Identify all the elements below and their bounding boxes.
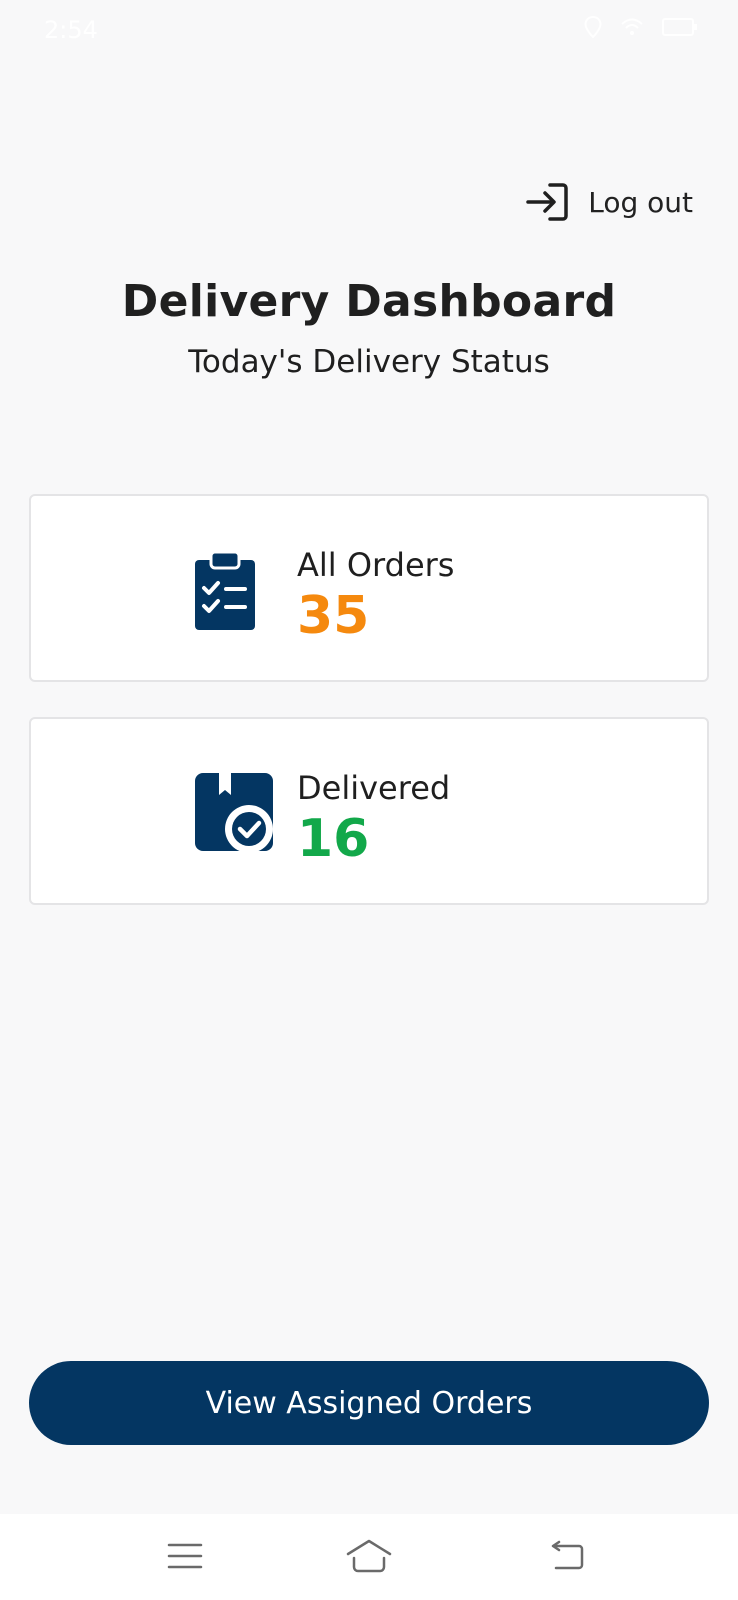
wifi-icon	[621, 18, 643, 35]
home-icon	[346, 1539, 392, 1573]
package-delivered-icon	[195, 773, 273, 853]
page-title: Delivery Dashboard	[121, 276, 617, 327]
delivered-label: Delivered	[297, 769, 451, 807]
delivered-count: 16	[297, 809, 370, 869]
logout-button[interactable]: Log out	[526, 182, 693, 222]
delivered-card[interactable]: Delivered 16	[29, 717, 709, 905]
page-subtitle: Today's Delivery Status	[188, 344, 550, 380]
menu-icon	[167, 1543, 203, 1569]
status-bar: 2:54	[0, 0, 738, 64]
clipboard-checklist-icon	[195, 550, 255, 630]
menu-nav-button[interactable]	[161, 1532, 209, 1580]
all-orders-card[interactable]: All Orders 35	[29, 494, 709, 682]
battery-icon	[662, 18, 697, 36]
logout-icon	[526, 183, 568, 221]
home-nav-button[interactable]	[345, 1532, 393, 1580]
all-orders-label: All Orders	[297, 546, 455, 584]
all-orders-count: 35	[297, 586, 370, 646]
logout-label: Log out	[588, 185, 693, 219]
view-assigned-orders-button[interactable]: View Assigned Orders	[29, 1361, 709, 1445]
back-nav-button[interactable]	[542, 1532, 590, 1580]
back-icon	[551, 1540, 584, 1570]
system-nav-bar	[0, 1514, 738, 1600]
status-time: 2:54	[44, 16, 98, 44]
location-icon	[584, 16, 602, 38]
status-icons	[584, 16, 698, 38]
